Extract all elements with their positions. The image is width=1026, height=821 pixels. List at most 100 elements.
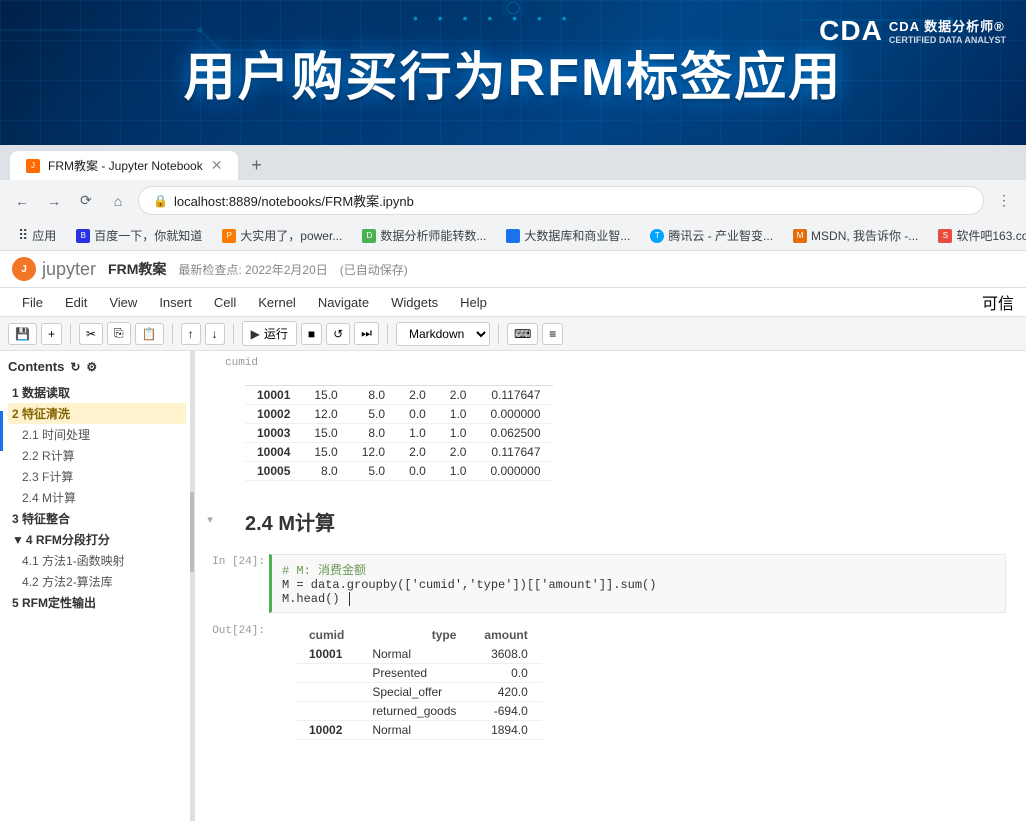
nav-home-button[interactable]: ⌂ bbox=[106, 189, 130, 213]
tab-close-button[interactable]: ✕ bbox=[211, 157, 223, 174]
toc-title: Contents bbox=[8, 359, 64, 374]
browser-tab-bar: J FRM教案 - Jupyter Notebook ✕ + bbox=[0, 145, 1026, 180]
toc-item-m-calc[interactable]: 2.4 M计算 bbox=[8, 487, 186, 508]
stop-button[interactable]: ■ bbox=[301, 323, 322, 345]
menu-widgets[interactable]: Widgets bbox=[381, 291, 448, 314]
extensions-button[interactable]: ⋮ bbox=[992, 189, 1016, 213]
table-row: 10002 Normal 1894.0 bbox=[295, 721, 542, 740]
move-up-button[interactable]: ↑ bbox=[181, 323, 201, 345]
out-col-type: type bbox=[358, 625, 470, 645]
notebook-area[interactable]: cumid 10001 15.0 8. bbox=[195, 351, 1026, 821]
run-icon: ▶ bbox=[251, 327, 260, 341]
code-cell[interactable]: # M: 消费金额 M = data.groupby(['cumid','typ… bbox=[269, 554, 1006, 613]
nav-refresh-button[interactable]: ⟳ bbox=[74, 189, 98, 213]
move-down-button[interactable]: ↓ bbox=[205, 323, 225, 345]
toc-collapse-icon: ▼ bbox=[12, 533, 24, 547]
output-content: cumid type amount 10001 Normal 3608.0 bbox=[265, 621, 1026, 744]
bookmark-software[interactable]: S 软件吧163.com bbox=[930, 225, 1026, 246]
bookmark-data-analyst[interactable]: D 数据分析师能转数... bbox=[354, 225, 494, 246]
out-col-amount: amount bbox=[470, 625, 541, 645]
toolbar-separator-4 bbox=[387, 324, 388, 344]
cell-cumid-empty3 bbox=[295, 702, 358, 721]
output-table-2: cumid type amount 10001 Normal 3608.0 bbox=[295, 625, 542, 740]
nav-forward-button[interactable]: → bbox=[42, 189, 66, 213]
bookmark-tencent[interactable]: T 腾讯云 - 产业智变... bbox=[642, 225, 781, 246]
table-row: 10001 15.0 8.0 2.0 2.0 0.117647 bbox=[245, 386, 553, 405]
cda-certified-text: CDA 数据分析师® CERTIFIED DATA ANALYST bbox=[889, 16, 1006, 47]
url-bar[interactable]: 🔒 localhost:8889/notebooks/FRM教案.ipynb bbox=[138, 186, 984, 215]
new-tab-button[interactable]: + bbox=[242, 152, 270, 180]
toc-item-feature-clean[interactable]: 2 特征清洗 bbox=[8, 403, 186, 424]
copy-button[interactable]: ⎘ bbox=[107, 322, 131, 345]
bookmark-power[interactable]: P 大实用了，power... bbox=[214, 225, 350, 246]
table-row: Presented 0.0 bbox=[295, 664, 542, 683]
toolbar-separator-2 bbox=[172, 324, 173, 344]
toc-item-method1[interactable]: 4.1 方法1-函数映射 bbox=[8, 550, 186, 571]
bookmark-bigdata[interactable]: 大数据库和商业智... bbox=[498, 225, 638, 246]
toolbar-separator-5 bbox=[498, 324, 499, 344]
table-row: 10003 15.0 8.0 1.0 1.0 0.062500 bbox=[245, 424, 553, 443]
code-line-1: M = data.groupby(['cumid','type'])[['amo… bbox=[282, 578, 995, 592]
cell-type-selector[interactable]: Markdown Code Raw bbox=[396, 322, 490, 346]
notebook-title[interactable]: FRM教案 bbox=[108, 259, 166, 279]
toc-item-data-read[interactable]: 1 数据读取 bbox=[8, 382, 186, 403]
toc-settings-icon[interactable]: ⚙ bbox=[86, 360, 97, 374]
banner-title: 用户购买行为RFM标签应用 bbox=[184, 35, 843, 110]
toolbar-separator-1 bbox=[70, 324, 71, 344]
main-content: Contents ↻ ⚙ 1 数据读取 2 特征清洗 2.1 时间处理 2.2 … bbox=[0, 351, 1026, 821]
active-tab[interactable]: J FRM教案 - Jupyter Notebook ✕ bbox=[10, 151, 238, 180]
tab-favicon: J bbox=[26, 159, 40, 173]
sidebar-scrollbar-thumb[interactable] bbox=[190, 492, 194, 572]
cell-prompt-in: In [24]: bbox=[195, 550, 265, 568]
restart-run-button[interactable]: ⏭ bbox=[354, 322, 379, 345]
restart-button[interactable]: ↺ bbox=[326, 323, 350, 345]
cell-type-presented: Presented bbox=[358, 664, 470, 683]
toc-item-rfm-output[interactable]: 5 RFM定性输出 bbox=[8, 592, 186, 613]
menu-insert[interactable]: Insert bbox=[149, 291, 202, 314]
toc-header: Contents ↻ ⚙ bbox=[8, 359, 186, 374]
cell-type-special: Special_offer bbox=[358, 683, 470, 702]
cell-amount-1894: 1894.0 bbox=[470, 721, 541, 740]
run-label: 运行 bbox=[264, 325, 288, 342]
cell-cumid-empty2 bbox=[295, 683, 358, 702]
tab-title: FRM教案 - Jupyter Notebook bbox=[48, 157, 203, 174]
toc-item-time-process[interactable]: 2.1 时间处理 bbox=[8, 424, 186, 445]
collapse-button[interactable]: ▾ bbox=[195, 509, 225, 530]
menu-help[interactable]: Help bbox=[450, 291, 497, 314]
toc-refresh-icon[interactable]: ↻ bbox=[70, 360, 80, 374]
nav-back-button[interactable]: ← bbox=[10, 189, 34, 213]
out-col-cumid: cumid bbox=[295, 625, 358, 645]
cell-type-normal: Normal bbox=[358, 645, 470, 664]
add-cell-button[interactable]: + bbox=[41, 323, 62, 345]
toc-item-r-calc[interactable]: 2.2 R计算 bbox=[8, 445, 186, 466]
keyboard-shortcut-button[interactable]: ⌨ bbox=[507, 323, 538, 345]
cell-cumid-10002: 10002 bbox=[295, 721, 358, 740]
menu-navigate[interactable]: Navigate bbox=[308, 291, 379, 314]
menu-cell[interactable]: Cell bbox=[204, 291, 246, 314]
cell-toolbar-button[interactable]: ≡ bbox=[542, 323, 563, 345]
toc-item-rfm-score[interactable]: ▼ 4 RFM分段打分 bbox=[8, 529, 186, 550]
cda-logo: CDA CDA 数据分析师® CERTIFIED DATA ANALYST bbox=[819, 15, 1006, 47]
toc-item-method2[interactable]: 4.2 方法2-算法库 bbox=[8, 571, 186, 592]
paste-button[interactable]: 📋 bbox=[135, 323, 164, 345]
toc-item-feature-merge[interactable]: 3 特征整合 bbox=[8, 508, 186, 529]
run-button[interactable]: ▶ 运行 bbox=[242, 321, 297, 346]
table-row: returned_goods -694.0 bbox=[295, 702, 542, 721]
toc-item-f-calc[interactable]: 2.3 F计算 bbox=[8, 466, 186, 487]
menu-kernel[interactable]: Kernel bbox=[248, 291, 306, 314]
autosave-meta: (已自动保存) bbox=[340, 261, 408, 278]
cell-type-returned: returned_goods bbox=[358, 702, 470, 721]
menu-edit[interactable]: Edit bbox=[55, 291, 97, 314]
bookmark-apps[interactable]: ⠿ 应用 bbox=[10, 225, 64, 246]
ssl-lock-icon: 🔒 bbox=[153, 194, 168, 208]
toolbar-separator-3 bbox=[233, 324, 234, 344]
bookmark-baidu[interactable]: B 百度一下，你就知道 bbox=[68, 225, 210, 246]
bookmarks-bar: ⠿ 应用 B 百度一下，你就知道 P 大实用了，power... D 数据分析师… bbox=[0, 221, 1026, 251]
menu-view[interactable]: View bbox=[99, 291, 147, 314]
save-button[interactable]: 💾 bbox=[8, 323, 37, 345]
header-banner: 用户购买行为RFM标签应用 CDA CDA 数据分析师® CERTIFIED D… bbox=[0, 0, 1026, 145]
menu-file[interactable]: File bbox=[12, 291, 53, 314]
bookmark-msdn[interactable]: M MSDN, 我告诉你 -... bbox=[785, 225, 926, 246]
table-row: 10002 12.0 5.0 0.0 1.0 0.000000 bbox=[245, 405, 553, 424]
cut-button[interactable]: ✂ bbox=[79, 323, 103, 345]
